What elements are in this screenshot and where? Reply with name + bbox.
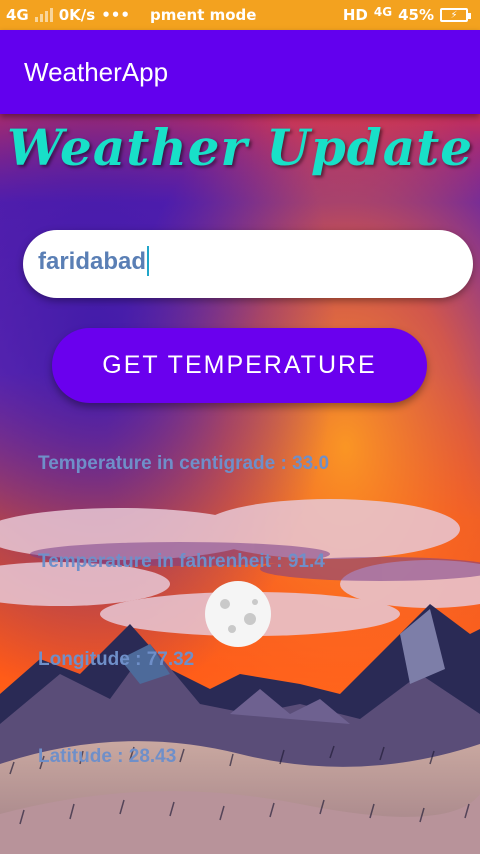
background-illustration <box>0 114 480 854</box>
temperature-centigrade-text: Temperature in centigrade : 33.0 <box>38 453 330 474</box>
signal-icon <box>34 8 53 22</box>
network-speed: 0K/s <box>58 6 96 24</box>
city-input-text: faridabad <box>38 245 150 276</box>
weather-update-heading: Weather Update <box>6 118 474 177</box>
app-title: WeatherApp <box>24 57 169 87</box>
longitude-text: Longitude : 77.32 <box>38 649 195 670</box>
notification-text: pment mode <box>149 6 257 24</box>
get-temperature-button[interactable]: GET TEMPERATURE <box>52 328 427 403</box>
network2-label: 4G <box>373 5 393 19</box>
app-bar: WeatherApp <box>0 30 480 114</box>
latitude-text: Latitude : 28.43 <box>38 746 177 767</box>
sunset-landscape-image <box>0 114 480 854</box>
temperature-fahrenheit-text: Temperature in fahrenheit : 91.4 <box>38 551 325 572</box>
battery-icon: ⚡ <box>440 8 471 22</box>
network-label: 4G <box>6 6 29 24</box>
battery-percent: 45% <box>398 6 434 24</box>
status-right: HD 4G 45% ⚡ <box>342 5 471 24</box>
status-bar: 4G 0K/s ••• pment mode HD 4G 45% ⚡ <box>0 0 480 30</box>
city-input[interactable]: faridabad <box>23 230 473 298</box>
text-caret <box>147 245 150 276</box>
get-temperature-label: GET TEMPERATURE <box>102 351 377 379</box>
status-left: 4G 0K/s ••• pment mode <box>6 6 256 24</box>
hd-label: HD <box>342 6 368 24</box>
more-notifications-icon: ••• <box>101 6 130 24</box>
city-input-value: faridabad <box>38 248 147 275</box>
